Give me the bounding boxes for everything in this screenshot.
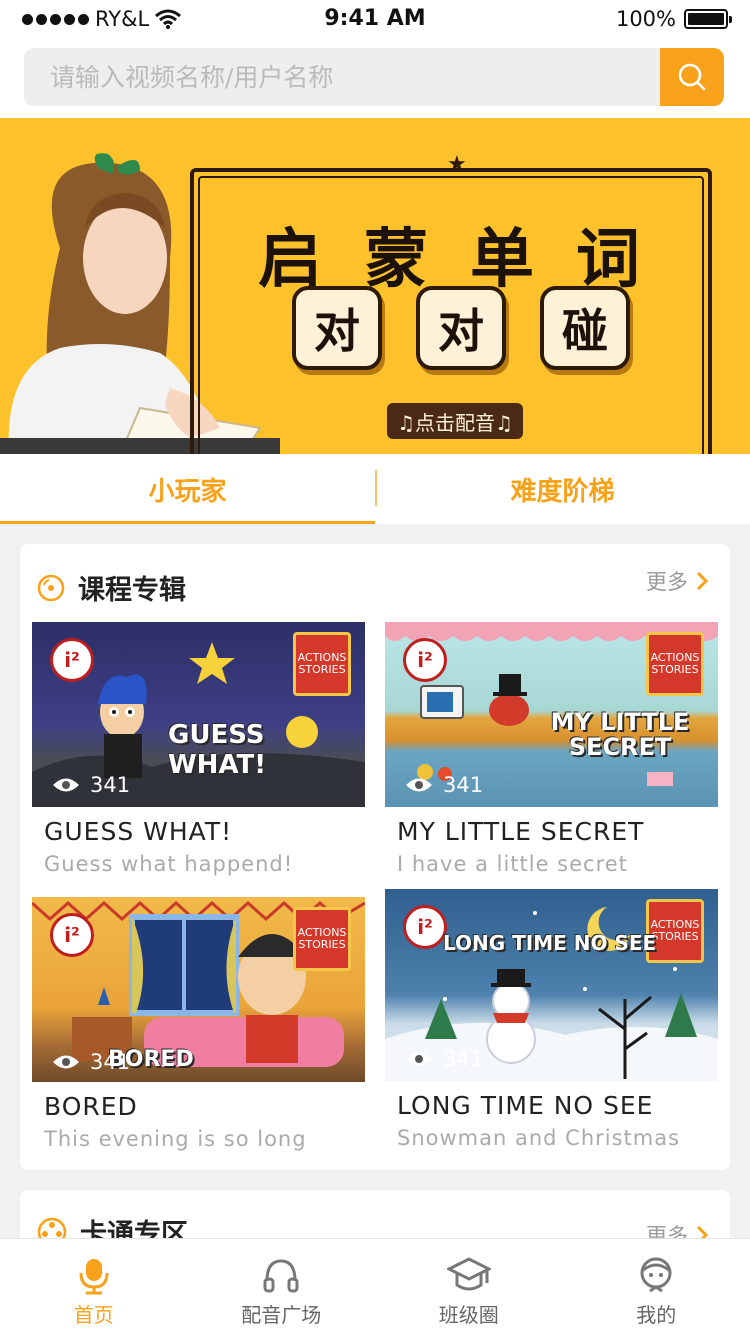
video-item[interactable]: i² ACTIONS STORIES MY LITTLE SECRET 341 … bbox=[385, 622, 718, 876]
video-item[interactable]: i² ACTIONS STORIES BORED 341 BORED This … bbox=[32, 897, 365, 1151]
headphones-icon bbox=[263, 1259, 299, 1293]
video-item[interactable]: i² ACTIONS STORIES LONG TIME NO SEE 341 … bbox=[385, 889, 718, 1150]
view-count: 341 bbox=[405, 1047, 483, 1071]
graduation-cap-icon bbox=[446, 1257, 491, 1291]
video-thumbnail[interactable]: i² ACTIONS STORIES MY LITTLE SECRET 341 bbox=[385, 622, 718, 807]
search-button[interactable] bbox=[660, 48, 724, 106]
search-box bbox=[24, 48, 724, 106]
video-thumbnail[interactable]: i² ACTIONS STORIES BORED 341 bbox=[32, 897, 365, 1082]
brand-logo: i² bbox=[50, 638, 94, 682]
video-thumbnail[interactable]: i² ACTIONS STORIES GUESS WHAT! 341 bbox=[32, 622, 365, 807]
view-count-value: 341 bbox=[90, 1050, 131, 1074]
tab-dubbing-square[interactable]: 配音广场 bbox=[188, 1239, 376, 1334]
view-count: 341 bbox=[52, 1050, 130, 1074]
video-subtitle: Snowman and Christmas bbox=[397, 1126, 681, 1150]
video-title: BORED bbox=[44, 1092, 138, 1121]
brand-logo: i² bbox=[403, 638, 447, 682]
series-book-icon: ACTIONS STORIES bbox=[646, 632, 704, 696]
thumbnail-title-art: MY LITTLE SECRET bbox=[550, 708, 690, 762]
video-item[interactable]: i² ACTIONS STORIES GUESS WHAT! 341 GUESS… bbox=[32, 622, 365, 876]
view-count: 341 bbox=[405, 773, 483, 797]
tab-home[interactable]: 首页 bbox=[0, 1239, 188, 1334]
video-subtitle: I have a little secret bbox=[397, 852, 628, 876]
more-label: 更多 bbox=[646, 570, 688, 594]
star-icon: ★ bbox=[447, 152, 467, 177]
promo-banner[interactable]: ★ 启 蒙 单 词 对 对 碰 ♫点击配音♫ bbox=[0, 118, 750, 454]
eye-icon bbox=[406, 778, 432, 792]
tab-label: 配音广场 bbox=[241, 1303, 322, 1327]
view-count-value: 341 bbox=[443, 1047, 484, 1071]
section-header: 课程专辑 bbox=[36, 568, 186, 607]
thumbnail-title-art: LONG TIME NO SEE bbox=[443, 931, 657, 955]
chevron-right-icon bbox=[696, 571, 708, 591]
disc-icon bbox=[37, 574, 65, 601]
tab-divider bbox=[375, 470, 377, 506]
microphone-icon bbox=[79, 1259, 109, 1295]
search-input[interactable] bbox=[24, 48, 660, 106]
eye-icon bbox=[53, 778, 79, 792]
banner-tile: 对 bbox=[416, 286, 506, 370]
tab-label: 我的 bbox=[636, 1303, 677, 1327]
thumbnail-title-art: GUESS WHAT! bbox=[168, 720, 267, 780]
battery-icon bbox=[684, 9, 732, 29]
view-count-value: 341 bbox=[90, 773, 131, 797]
video-title: LONG TIME NO SEE bbox=[397, 1091, 654, 1120]
view-count: 341 bbox=[52, 773, 130, 797]
user-icon bbox=[640, 1257, 672, 1293]
video-subtitle: This evening is so long bbox=[44, 1127, 307, 1151]
status-bar: RY&L 9:41 AM 100% bbox=[0, 0, 750, 40]
search-bar bbox=[0, 40, 750, 118]
series-book-icon: ACTIONS STORIES bbox=[293, 632, 351, 696]
series-book-icon: ACTIONS STORIES bbox=[293, 907, 351, 971]
section-title: 课程专辑 bbox=[78, 575, 186, 606]
tab-label: 班级圈 bbox=[438, 1303, 499, 1327]
banner-cta-button[interactable]: ♫点击配音♫ bbox=[387, 403, 523, 439]
banner-tile: 对 bbox=[292, 286, 382, 370]
battery-percent: 100% bbox=[615, 7, 676, 31]
video-subtitle: Guess what happend! bbox=[44, 852, 294, 876]
eye-icon bbox=[406, 1052, 432, 1066]
tab-difficulty[interactable]: 难度阶梯 bbox=[375, 454, 750, 524]
video-title: GUESS WHAT! bbox=[44, 817, 233, 846]
bottom-tab-bar: 首页 配音广场 班级圈 我的 bbox=[0, 1238, 750, 1334]
more-link[interactable]: 更多 bbox=[646, 566, 708, 596]
eye-icon bbox=[53, 1055, 79, 1069]
brand-logo: i² bbox=[50, 913, 94, 957]
banner-tile: 碰 bbox=[540, 286, 630, 370]
video-thumbnail[interactable]: i² ACTIONS STORIES LONG TIME NO SEE 341 bbox=[385, 889, 718, 1081]
search-icon bbox=[678, 63, 706, 91]
video-title: MY LITTLE SECRET bbox=[397, 817, 645, 846]
banner-tiles: 对 对 碰 bbox=[292, 286, 630, 370]
brand-logo: i² bbox=[403, 905, 447, 949]
tab-player[interactable]: 小玩家 bbox=[0, 454, 375, 524]
tab-label: 首页 bbox=[73, 1303, 114, 1327]
category-tabs: 小玩家 难度阶梯 bbox=[0, 454, 750, 524]
view-count-value: 341 bbox=[443, 773, 484, 797]
tab-profile[interactable]: 我的 bbox=[563, 1239, 750, 1334]
tab-class-circle[interactable]: 班级圈 bbox=[375, 1239, 563, 1334]
course-section: 课程专辑 更多 i² ACTIONS STORIES GUESS WHAT! 3… bbox=[20, 544, 730, 1170]
battery-info: 100% bbox=[615, 7, 732, 31]
